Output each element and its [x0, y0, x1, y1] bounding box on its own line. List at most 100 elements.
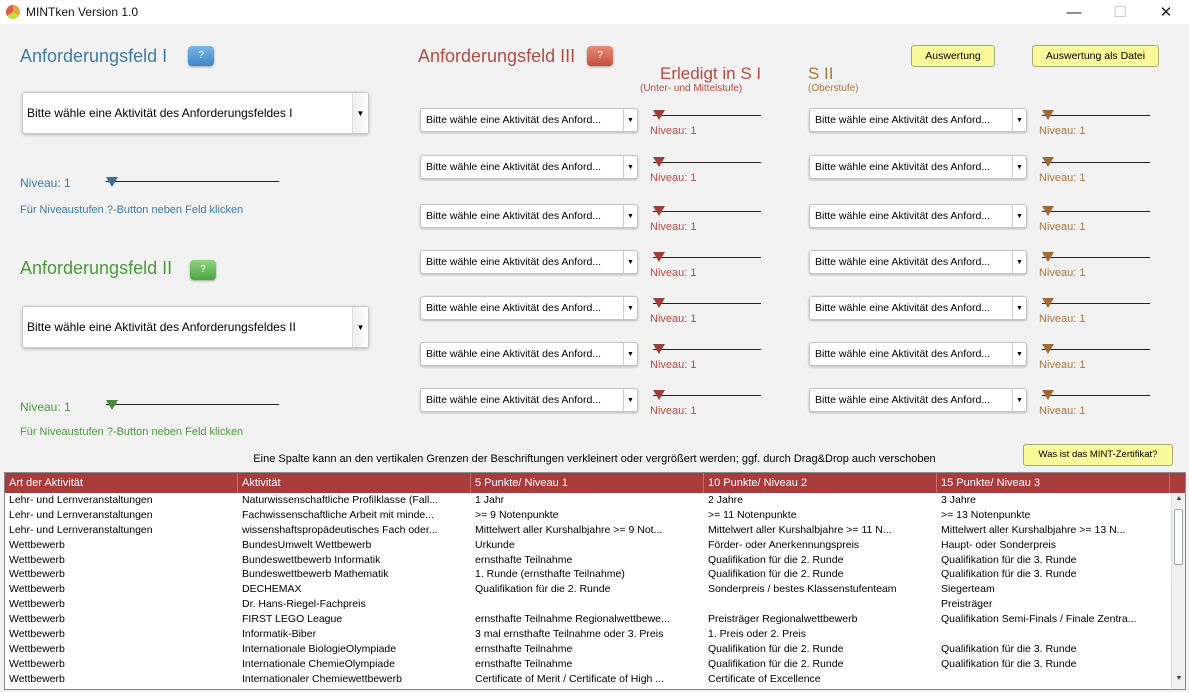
si-niveau-slider-4[interactable]: [653, 257, 761, 258]
chevron-down-icon: ▼: [623, 389, 637, 411]
table-row[interactable]: Wettbewerb Internationale ChemieOlympiade…: [5, 657, 1185, 672]
column-header[interactable]: Art der Aktivität: [5, 473, 238, 493]
sii-niveau-slider-2[interactable]: [1042, 162, 1150, 163]
si-niveau-slider-3[interactable]: [653, 211, 761, 212]
table-cell: Internationale ChemieOlympiade: [242, 657, 395, 670]
table-cell: [704, 597, 937, 612]
table-row[interactable]: Wettbewerb Internationale BiologieOlympia…: [5, 642, 1185, 657]
table-row[interactable]: Lehr- und Lernveranstaltungen Naturwissen…: [5, 493, 1185, 508]
table-row[interactable]: Wettbewerb Internationaler Chemiewettbewe…: [5, 672, 1185, 687]
sii-niveau-slider-1[interactable]: [1042, 115, 1150, 116]
chevron-down-icon: ▼: [1012, 297, 1026, 319]
column-header[interactable]: 10 Punkte/ Niveau 2: [704, 473, 937, 493]
field2-activity-select[interactable]: Bitte wähle eine Aktivität des Anforderu…: [22, 306, 369, 348]
table-row[interactable]: Wettbewerb Dr. Hans-Riegel-Fachpreis Preis…: [5, 597, 1185, 612]
si-activity-select-5[interactable]: Bitte wähle eine Aktivität des Anford...…: [420, 296, 638, 320]
si-niveau-slider-7[interactable]: [653, 395, 761, 396]
table-cell: Internationaler Chemiewettbewerb: [242, 672, 402, 685]
sii-slider-thumb-2[interactable]: [1042, 157, 1054, 167]
table-cell: Bundeswettbewerb Informatik: [242, 553, 381, 566]
si-niveau-slider-1[interactable]: [653, 115, 761, 116]
sii-activity-select-1[interactable]: Bitte wähle eine Aktivität des Anford...…: [809, 108, 1027, 132]
si-select-value: Bitte wähle eine Aktivität des Anford...: [426, 302, 602, 314]
table-row[interactable]: Wettbewerb DECHEMAX Qualifikation für die …: [5, 582, 1185, 597]
column-header[interactable]: 15 Punkte/ Niveau 3: [937, 473, 1170, 493]
sii-niveau-slider-3[interactable]: [1042, 211, 1150, 212]
table-cell: Informatik-Biber: [242, 628, 317, 641]
si-slider-thumb-1[interactable]: [653, 110, 665, 120]
si-slider-thumb-3[interactable]: [653, 206, 665, 216]
sii-slider-thumb-4[interactable]: [1042, 252, 1054, 262]
table-cell: DECHEMAX: [242, 583, 302, 596]
sii-activity-select-2[interactable]: Bitte wähle eine Aktivität des Anford...…: [809, 155, 1027, 179]
column-header[interactable]: Aktivität: [238, 473, 471, 493]
field1-activity-select[interactable]: Bitte wähle eine Aktivität des Anforderu…: [22, 92, 369, 134]
si-activity-select-6[interactable]: Bitte wähle eine Aktivität des Anford...…: [420, 342, 638, 366]
window-title: MINTken Version 1.0: [26, 5, 139, 19]
sii-select-value: Bitte wähle eine Aktivität des Anford...: [815, 256, 991, 268]
sii-activity-select-3[interactable]: Bitte wähle eine Aktivität des Anford...…: [809, 204, 1027, 228]
si-activity-select-4[interactable]: Bitte wähle eine Aktivität des Anford...…: [420, 250, 638, 274]
si-activity-select-1[interactable]: Bitte wähle eine Aktivität des Anford...…: [420, 108, 638, 132]
si-niveau-slider-2[interactable]: [653, 162, 761, 163]
si-niveau-label-4: Niveau: 1: [650, 267, 697, 279]
window-controls: — ☐ ✕: [1051, 0, 1189, 24]
table-cell: Wettbewerb: [9, 553, 65, 566]
sii-niveau-label-1: Niveau: 1: [1039, 125, 1086, 137]
table-cell: 1 Jahr: [475, 494, 505, 506]
field1-niveau-slider[interactable]: [106, 181, 279, 182]
table-row[interactable]: Wettbewerb FIRST LEGO League ernsthafte Te…: [5, 612, 1185, 627]
sii-slider-thumb-1[interactable]: [1042, 110, 1054, 120]
table-row[interactable]: Wettbewerb Informatik-Biber 3 mal ernsthaf…: [5, 627, 1185, 642]
field3-help-button[interactable]: ?: [587, 46, 613, 66]
sii-niveau-slider-5[interactable]: [1042, 303, 1150, 304]
close-button[interactable]: ✕: [1143, 0, 1189, 24]
sii-activity-select-6[interactable]: Bitte wähle eine Aktivität des Anford...…: [809, 342, 1027, 366]
si-activity-select-2[interactable]: Bitte wähle eine Aktivität des Anford...…: [420, 155, 638, 179]
table-row[interactable]: Lehr- und Lernveranstaltungen wissenshaft…: [5, 523, 1185, 538]
table-row[interactable]: Wettbewerb BundesUmwelt Wettbewerb Urkunde…: [5, 538, 1185, 553]
field2-slider-thumb[interactable]: [106, 400, 118, 410]
table-row[interactable]: Lehr- und Lernveranstaltungen Fachwissens…: [5, 508, 1185, 523]
table-cell: Mittelwert aller Kurshalbjahre >= 13 N..…: [941, 523, 1126, 536]
field2-help-button[interactable]: ?: [190, 260, 216, 280]
table-scrollbar[interactable]: ▲ ▼: [1171, 493, 1185, 689]
scroll-up-icon[interactable]: ▲: [1172, 495, 1185, 507]
si-activity-select-3[interactable]: Bitte wähle eine Aktivität des Anford...…: [420, 204, 638, 228]
table-row[interactable]: Wettbewerb Bundeswettbewerb Mathematik 1. …: [5, 567, 1185, 582]
table-cell: Wettbewerb: [9, 628, 65, 641]
field2-niveau-slider[interactable]: [106, 404, 279, 405]
column-header[interactable]: 5 Punkte/ Niveau 1: [471, 473, 704, 493]
sii-niveau-slider-4[interactable]: [1042, 257, 1150, 258]
table-cell: Qualifikation für die 3. Runde: [941, 657, 1077, 670]
sii-activity-select-5[interactable]: Bitte wähle eine Aktivität des Anford...…: [809, 296, 1027, 320]
maximize-button[interactable]: ☐: [1097, 0, 1143, 24]
sii-niveau-slider-7[interactable]: [1042, 395, 1150, 396]
si-activity-select-7[interactable]: Bitte wähle eine Aktivität des Anford...…: [420, 388, 638, 412]
sii-activity-select-4[interactable]: Bitte wähle eine Aktivität des Anford...…: [809, 250, 1027, 274]
minimize-button[interactable]: —: [1051, 0, 1097, 24]
si-slider-thumb-2[interactable]: [653, 157, 665, 167]
si-slider-thumb-4[interactable]: [653, 252, 665, 262]
sii-niveau-slider-6[interactable]: [1042, 349, 1150, 350]
chevron-down-icon: ▼: [623, 343, 637, 365]
si-slider-thumb-5[interactable]: [653, 298, 665, 308]
si-niveau-slider-6[interactable]: [653, 349, 761, 350]
si-slider-thumb-6[interactable]: [653, 344, 665, 354]
table-row[interactable]: Wettbewerb Bundeswettbewerb Informatik ern…: [5, 553, 1185, 568]
scroll-down-icon[interactable]: ▼: [1172, 675, 1185, 687]
field1-help-button[interactable]: ?: [188, 46, 214, 66]
auswertung-button[interactable]: Auswertung: [911, 45, 995, 67]
sii-slider-thumb-6[interactable]: [1042, 344, 1054, 354]
chevron-down-icon: ▼: [623, 297, 637, 319]
sii-slider-thumb-3[interactable]: [1042, 206, 1054, 216]
field1-slider-thumb[interactable]: [106, 177, 118, 187]
auswertung-datei-button[interactable]: Auswertung als Datei: [1032, 45, 1159, 67]
scroll-thumb[interactable]: [1174, 509, 1183, 565]
mint-info-button[interactable]: Was ist das MINT-Zertifikat?: [1023, 444, 1173, 466]
si-slider-thumb-7[interactable]: [653, 390, 665, 400]
sii-activity-select-7[interactable]: Bitte wähle eine Aktivität des Anford...…: [809, 388, 1027, 412]
si-niveau-slider-5[interactable]: [653, 303, 761, 304]
sii-slider-thumb-7[interactable]: [1042, 390, 1054, 400]
sii-slider-thumb-5[interactable]: [1042, 298, 1054, 308]
